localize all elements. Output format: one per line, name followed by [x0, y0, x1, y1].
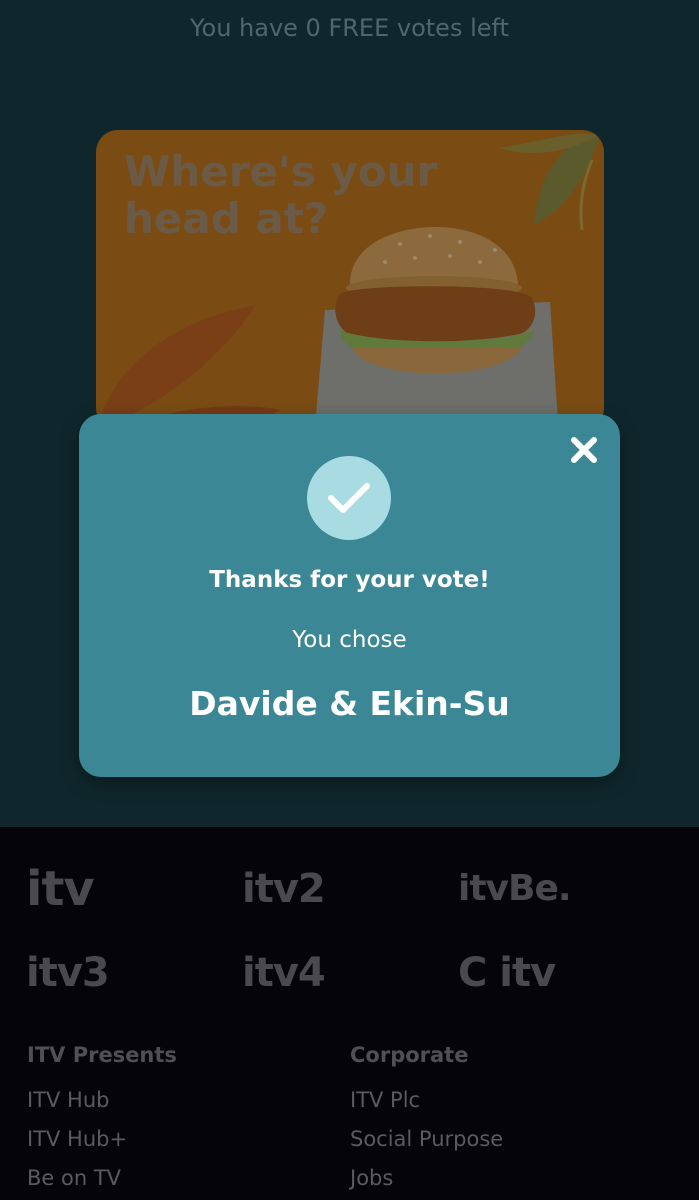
itv-logo[interactable]: itv: [26, 865, 95, 913]
burger-image: [315, 227, 558, 427]
vote-confirmation-dialog: Thanks for your vote! You chose Davide &…: [79, 414, 620, 777]
close-button[interactable]: [566, 432, 602, 468]
footer-link-be-on-tv[interactable]: Be on TV: [27, 1166, 121, 1190]
citv-logo[interactable]: C itv: [458, 953, 556, 993]
footer: itv itv2 itvBe. itv3 itv4 C itv ITV Pres…: [0, 827, 699, 1200]
footer-link-itv-hub[interactable]: ITV Hub: [27, 1088, 110, 1112]
leaf-decoration-icon: [96, 305, 281, 430]
thanks-heading: Thanks for your vote!: [209, 567, 490, 593]
chosen-couple: Davide & Ekin-Su: [189, 684, 510, 723]
check-icon: [328, 483, 370, 513]
itv4-logo[interactable]: itv4: [242, 953, 326, 993]
footer-link-itv-plc[interactable]: ITV Plc: [350, 1088, 420, 1112]
success-badge: [307, 456, 391, 540]
you-chose-label: You chose: [292, 627, 407, 653]
corporate-heading: Corporate: [350, 1043, 469, 1067]
footer-link-social-purpose[interactable]: Social Purpose: [350, 1127, 503, 1151]
footer-link-jobs[interactable]: Jobs: [350, 1166, 393, 1190]
close-icon: [571, 437, 597, 463]
itvbe-logo[interactable]: itvBe.: [458, 871, 572, 907]
votes-remaining-text: You have 0 FREE votes left: [190, 14, 509, 42]
itv-presents-heading: ITV Presents: [27, 1043, 177, 1067]
page: You have 0 FREE votes left Where's your …: [0, 0, 699, 1200]
itv2-logo[interactable]: itv2: [242, 869, 326, 909]
itv3-logo[interactable]: itv3: [26, 953, 110, 993]
footer-link-itv-hub-plus[interactable]: ITV Hub+: [27, 1127, 127, 1151]
advert-banner[interactable]: Where's your head at?: [96, 130, 604, 430]
